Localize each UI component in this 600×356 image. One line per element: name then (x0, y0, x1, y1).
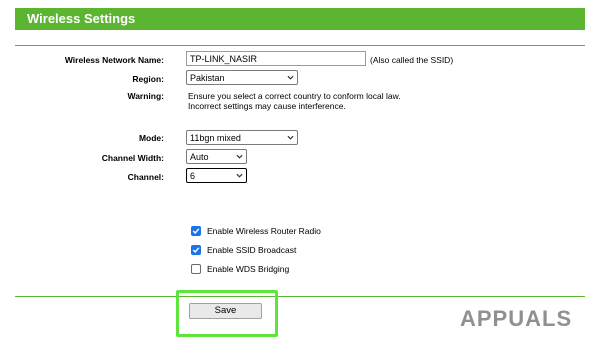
page-title: Wireless Settings (27, 11, 136, 26)
checkbox-unchecked-icon[interactable] (191, 264, 201, 274)
chevron-down-icon (287, 75, 294, 80)
page-header: Wireless Settings (15, 8, 585, 30)
option-wds-bridging[interactable]: Enable WDS Bridging (191, 263, 289, 275)
region-value: Pakistan (190, 73, 225, 83)
channel-width-label: Channel Width: (101, 153, 164, 163)
mode-label: Mode: (138, 133, 164, 143)
channel-width-value: Auto (190, 152, 209, 162)
watermark-logo: APPUALS (460, 306, 573, 331)
checkbox-checked-icon[interactable] (191, 245, 201, 255)
network-name-label: Wireless Network Name: (64, 55, 164, 65)
channel-width-select[interactable]: Auto (186, 149, 247, 164)
checkbox-checked-icon[interactable] (191, 226, 201, 236)
chevron-down-icon (287, 135, 294, 140)
region-select[interactable]: Pakistan (186, 70, 298, 85)
option-label: Enable Wireless Router Radio (207, 226, 321, 236)
warning-line-1: Ensure you select a correct country to c… (188, 91, 401, 101)
warning-label: Warning: (127, 91, 164, 101)
channel-select[interactable]: 6 (186, 168, 247, 183)
ssid-hint: (Also called the SSID) (370, 55, 454, 65)
top-divider (15, 45, 585, 46)
mode-value: 11bgn mixed (190, 133, 241, 143)
save-button[interactable]: Save (189, 303, 262, 319)
option-label: Enable WDS Bridging (207, 264, 290, 274)
chevron-down-icon (236, 154, 243, 159)
channel-value: 6 (190, 171, 196, 181)
region-label: Region: (132, 74, 164, 84)
option-wireless-radio[interactable]: Enable Wireless Router Radio (191, 225, 321, 237)
bottom-divider (15, 296, 585, 297)
network-name-input[interactable]: TP-LINK_NASIR (186, 51, 366, 66)
chevron-down-icon (236, 173, 243, 178)
channel-label: Channel: (127, 172, 164, 182)
option-ssid-broadcast[interactable]: Enable SSID Broadcast (191, 244, 296, 256)
option-label: Enable SSID Broadcast (207, 245, 297, 255)
warning-line-2: Incorrect settings may cause interferenc… (188, 101, 346, 111)
mode-select[interactable]: 11bgn mixed (186, 130, 298, 145)
